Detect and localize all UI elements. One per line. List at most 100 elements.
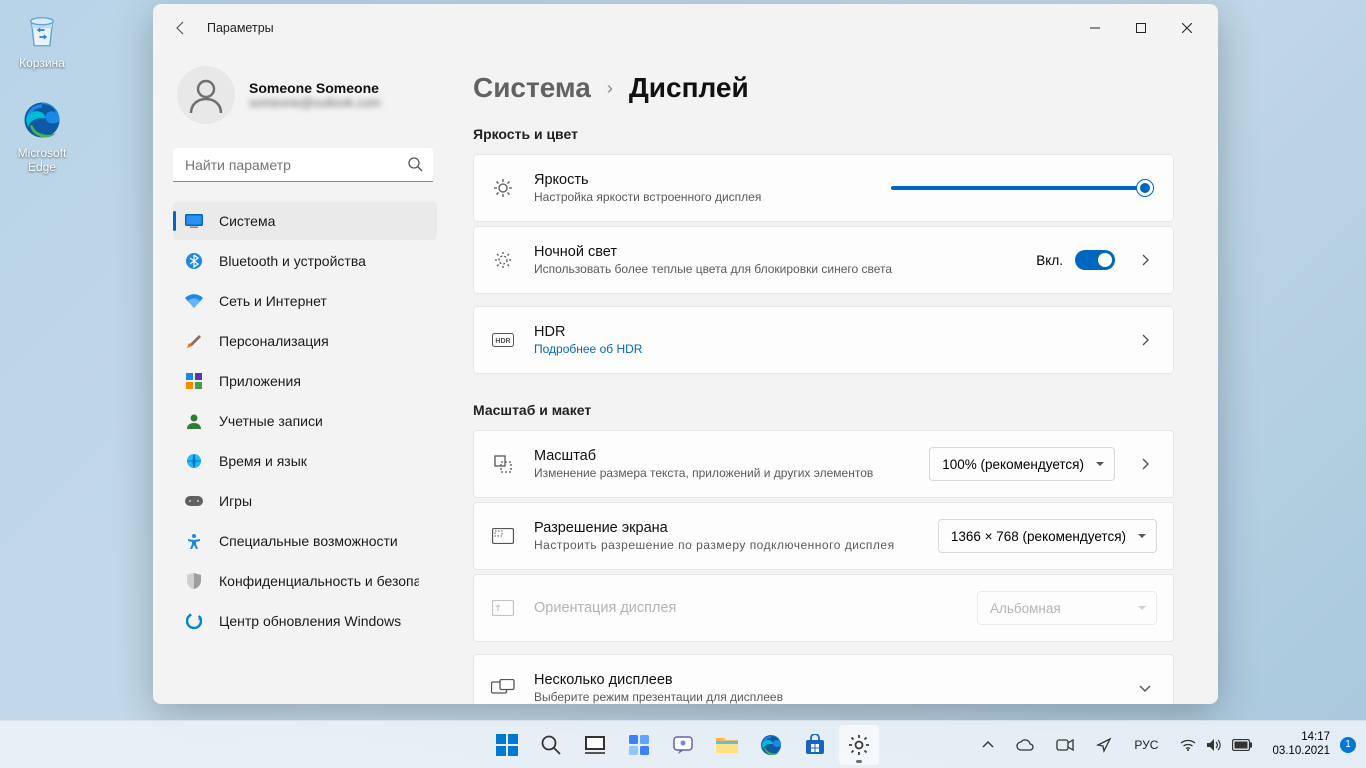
brush-icon bbox=[185, 332, 203, 350]
brightness-slider[interactable] bbox=[891, 186, 1151, 190]
taskbar-task-view[interactable] bbox=[575, 725, 615, 765]
sidebar-item-bluetooth[interactable]: Bluetooth и устройства bbox=[173, 242, 437, 280]
tray-network-sound-battery[interactable] bbox=[1170, 725, 1262, 765]
taskbar-edge[interactable] bbox=[751, 725, 791, 765]
back-button[interactable] bbox=[161, 10, 201, 46]
accessibility-icon bbox=[185, 532, 203, 550]
row-resolution: Разрешение экрана Настроить разрешение п… bbox=[474, 503, 1173, 569]
sidebar-item-time-language[interactable]: Время и язык bbox=[173, 442, 437, 480]
taskbar-chat[interactable] bbox=[663, 725, 703, 765]
tray-meet-now[interactable] bbox=[1046, 725, 1084, 765]
row-title: Несколько дисплеев bbox=[534, 672, 1115, 688]
sidebar-item-label: Игры bbox=[219, 493, 252, 509]
row-title: Масштаб bbox=[534, 448, 911, 464]
search-input[interactable] bbox=[173, 148, 433, 182]
taskbar-settings[interactable] bbox=[839, 725, 879, 765]
battery-icon bbox=[1232, 739, 1252, 751]
sidebar-item-apps[interactable]: Приложения bbox=[173, 362, 437, 400]
bluetooth-icon bbox=[185, 252, 203, 270]
taskbar-explorer[interactable] bbox=[707, 725, 747, 765]
sidebar-item-label: Учетные записи bbox=[219, 413, 323, 429]
sidebar-item-personalization[interactable]: Персонализация bbox=[173, 322, 437, 360]
slider-thumb[interactable] bbox=[1137, 180, 1153, 196]
tray-onedrive[interactable] bbox=[1006, 725, 1044, 765]
tray-clock[interactable]: 14:17 03.10.2021 bbox=[1264, 731, 1338, 759]
section-scale-layout: Масштаб и макет bbox=[473, 402, 1174, 418]
taskbar-store[interactable] bbox=[795, 725, 835, 765]
profile-block[interactable]: Someone Someone someone@outlook.com bbox=[173, 52, 437, 148]
sidebar-item-label: Система bbox=[219, 213, 275, 229]
row-title: Разрешение экрана bbox=[534, 520, 920, 536]
row-subtitle: Использовать более теплые цвета для блок… bbox=[534, 262, 1018, 276]
night-light-toggle[interactable] bbox=[1075, 250, 1115, 270]
scale-select[interactable]: 100% (рекомендуется) bbox=[929, 447, 1115, 481]
sidebar-item-label: Сеть и Интернет bbox=[219, 293, 327, 309]
gamepad-icon bbox=[185, 492, 203, 510]
sidebar-item-system[interactable]: Система bbox=[173, 202, 437, 240]
resolution-select[interactable]: 1366 × 768 (рекомендуется) bbox=[938, 519, 1157, 553]
tray-language[interactable]: РУС bbox=[1124, 725, 1168, 765]
wifi-icon bbox=[1180, 739, 1196, 751]
row-subtitle: Изменение размера текста, приложений и д… bbox=[534, 466, 911, 480]
sidebar-item-label: Центр обновления Windows bbox=[219, 613, 401, 629]
row-orientation: Ориентация дисплея Альбомная bbox=[474, 575, 1173, 641]
sidebar-item-label: Персонализация bbox=[219, 333, 329, 349]
page-title: Дисплей bbox=[629, 72, 749, 104]
chevron-down-icon[interactable] bbox=[1133, 682, 1157, 694]
sun-icon bbox=[490, 178, 516, 198]
search-box bbox=[173, 148, 433, 182]
profile-name: Someone Someone bbox=[249, 80, 381, 96]
row-brightness: Яркость Настройка яркости встроенного ди… bbox=[474, 155, 1173, 221]
scale-icon bbox=[490, 454, 516, 474]
desktop-icon-edge[interactable]: Microsoft Edge bbox=[4, 96, 80, 174]
sidebar-item-label: Время и язык bbox=[219, 453, 307, 469]
row-hdr[interactable]: HDR HDR Подробнее об HDR bbox=[474, 307, 1173, 373]
taskbar: РУС 14:17 03.10.2021 1 bbox=[0, 720, 1366, 768]
taskbar-search[interactable] bbox=[531, 725, 571, 765]
sidebar-item-accessibility[interactable]: Специальные возможности bbox=[173, 522, 437, 560]
sidebar-item-privacy[interactable]: Конфиденциальность и безопасность bbox=[173, 562, 437, 600]
desktop-icon-label: Microsoft Edge bbox=[4, 146, 80, 174]
breadcrumb-parent[interactable]: Система bbox=[473, 72, 591, 104]
sidebar-item-network[interactable]: Сеть и Интернет bbox=[173, 282, 437, 320]
breadcrumb: Система › Дисплей bbox=[473, 72, 1174, 104]
window-title: Параметры bbox=[207, 21, 274, 35]
minimize-button[interactable] bbox=[1072, 12, 1118, 44]
profile-email: someone@outlook.com bbox=[249, 96, 381, 110]
chevron-right-icon[interactable] bbox=[1133, 254, 1157, 266]
displays-icon bbox=[490, 679, 516, 697]
row-subtitle: Настроить разрешение по размеру подключе… bbox=[534, 538, 920, 552]
toggle-state-label: Вкл. bbox=[1036, 253, 1063, 268]
start-button[interactable] bbox=[487, 725, 527, 765]
desktop-icon-recycle-bin[interactable]: Корзина bbox=[4, 6, 80, 70]
sidebar-item-windows-update[interactable]: Центр обновления Windows bbox=[173, 602, 437, 640]
orientation-select: Альбомная bbox=[977, 591, 1157, 625]
row-multiple-displays[interactable]: Несколько дисплеев Выберите режим презен… bbox=[474, 655, 1173, 704]
orientation-icon bbox=[490, 600, 516, 616]
sidebar-item-label: Приложения bbox=[219, 373, 301, 389]
row-title: HDR bbox=[534, 324, 1115, 340]
shield-icon bbox=[185, 572, 203, 590]
apps-icon bbox=[185, 372, 203, 390]
person-icon bbox=[185, 412, 203, 430]
sidebar-item-accounts[interactable]: Учетные записи bbox=[173, 402, 437, 440]
svg-text:HDR: HDR bbox=[495, 338, 510, 345]
chevron-right-icon: › bbox=[607, 78, 613, 99]
update-icon bbox=[185, 612, 203, 630]
chevron-right-icon[interactable] bbox=[1133, 334, 1157, 346]
chevron-right-icon[interactable] bbox=[1133, 458, 1157, 470]
sidebar-nav: Система Bluetooth и устройства Сеть и Ин… bbox=[173, 202, 437, 640]
search-icon bbox=[407, 156, 423, 172]
row-scale[interactable]: Масштаб Изменение размера текста, прилож… bbox=[474, 431, 1173, 497]
notification-badge[interactable]: 1 bbox=[1340, 737, 1356, 753]
section-brightness-color: Яркость и цвет bbox=[473, 126, 1174, 142]
sidebar-item-gaming[interactable]: Игры bbox=[173, 482, 437, 520]
row-night-light[interactable]: Ночной свет Использовать более теплые цв… bbox=[474, 227, 1173, 293]
tray-location[interactable] bbox=[1086, 725, 1122, 765]
maximize-button[interactable] bbox=[1118, 12, 1164, 44]
taskbar-widgets[interactable] bbox=[619, 725, 659, 765]
hdr-link[interactable]: Подробнее об HDR bbox=[534, 342, 1115, 356]
close-button[interactable] bbox=[1164, 12, 1210, 44]
sidebar: Someone Someone someone@outlook.com Сист… bbox=[153, 52, 449, 704]
tray-overflow[interactable] bbox=[972, 725, 1004, 765]
